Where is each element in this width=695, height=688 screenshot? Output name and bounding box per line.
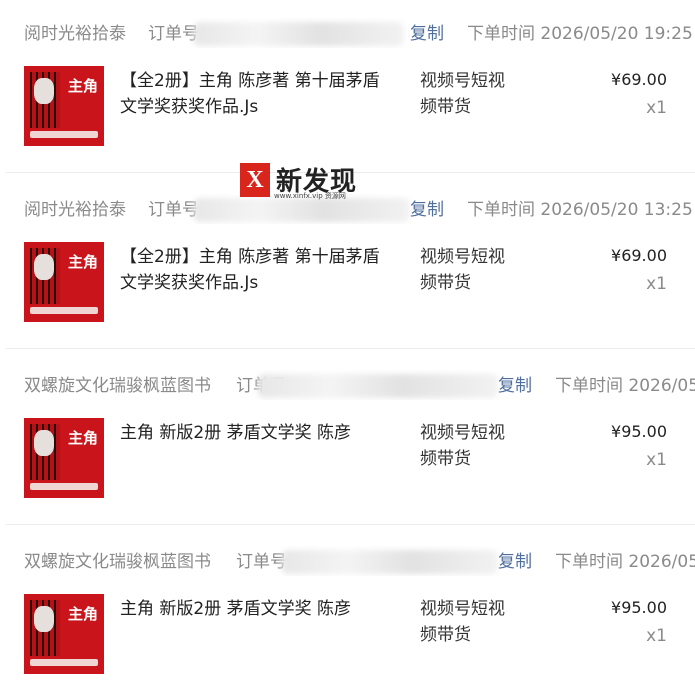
order-time: 下单时间 2026/05/20 19:25 (467, 24, 693, 44)
sales-channel: 视频号短视频带货 (420, 599, 505, 645)
divider (6, 348, 695, 349)
cover-strip (30, 659, 98, 666)
order-number-label: 订单号 (148, 200, 199, 220)
order-item[interactable]: 主角 主角 新版2册 茅盾文学奖 陈彦 视频号短视频带货 ¥95.00 x1 (24, 418, 695, 498)
watermark-logo-icon: X (240, 163, 270, 197)
sales-channel: 视频号短视频带货 (420, 247, 505, 293)
product-quantity: x1 (646, 98, 667, 118)
order-card: 双螺旋文化瑞骏枫蓝图书 订单号 复制 下单时间 2026/05 主角 主角 新版… (0, 528, 695, 688)
redacted-order-number (194, 22, 404, 46)
order-header: 双螺旋文化瑞骏枫蓝图书 订单号 复制 下单时间 2026/05 (24, 370, 695, 400)
divider (6, 524, 695, 525)
order-header: 双螺旋文化瑞骏枫蓝图书 订单号 复制 下单时间 2026/05 (24, 546, 695, 576)
order-number-label: 订单号 (236, 552, 287, 572)
order-time: 下单时间 2026/05/20 13:25 (467, 200, 693, 220)
product-price: ¥69.00 (611, 70, 667, 89)
order-card: 阅时光裕拾泰 订单号 复制 下单时间 2026/05/20 19:25 主角 【… (0, 0, 695, 160)
redacted-order-number (282, 550, 498, 574)
sales-channel: 视频号短视频带货 (420, 71, 505, 117)
product-title[interactable]: 主角 新版2册 茅盾文学奖 陈彦 (120, 420, 380, 446)
cover-face-graphic (34, 78, 54, 104)
order-time: 下单时间 2026/05 (555, 552, 695, 572)
order-time: 下单时间 2026/05 (555, 376, 695, 396)
shop-name[interactable]: 阅时光裕拾泰 (24, 200, 126, 220)
product-title[interactable]: 【全2册】主角 陈彦著 第十届茅盾文学奖获奖作品.Js (120, 244, 380, 296)
sales-channel: 视频号短视频带货 (420, 423, 505, 469)
order-number-label: 订单号 (148, 24, 199, 44)
cover-title: 主角 (68, 77, 99, 95)
product-cover-image[interactable]: 主角 (24, 242, 104, 322)
cover-title: 主角 (68, 429, 99, 447)
order-item[interactable]: 主角 【全2册】主角 陈彦著 第十届茅盾文学奖获奖作品.Js 视频号短视频带货 … (24, 66, 695, 146)
order-item[interactable]: 主角 【全2册】主角 陈彦著 第十届茅盾文学奖获奖作品.Js 视频号短视频带货 … (24, 242, 695, 322)
cover-face-graphic (34, 606, 54, 632)
copy-button[interactable]: 复制 (498, 552, 532, 572)
cover-title: 主角 (68, 253, 99, 271)
product-price: ¥95.00 (611, 422, 667, 441)
product-cover-image[interactable]: 主角 (24, 418, 104, 498)
cover-face-graphic (34, 254, 54, 280)
order-item[interactable]: 主角 主角 新版2册 茅盾文学奖 陈彦 视频号短视频带货 ¥95.00 x1 (24, 594, 695, 674)
order-header: 阅时光裕拾泰 订单号 复制 下单时间 2026/05/20 19:25 (24, 18, 695, 48)
cover-strip (30, 131, 98, 138)
product-title[interactable]: 【全2册】主角 陈彦著 第十届茅盾文学奖获奖作品.Js (120, 68, 380, 120)
copy-button[interactable]: 复制 (498, 376, 532, 396)
order-card: 双螺旋文化瑞骏枫蓝图书 订单号 复制 下单时间 2026/05 主角 主角 新版… (0, 352, 695, 512)
redacted-order-number (258, 374, 498, 398)
cover-face-graphic (34, 430, 54, 456)
copy-button[interactable]: 复制 (410, 200, 444, 220)
product-quantity: x1 (646, 450, 667, 470)
cover-strip (30, 307, 98, 314)
shop-name[interactable]: 双螺旋文化瑞骏枫蓝图书 (24, 552, 211, 572)
product-quantity: x1 (646, 626, 667, 646)
site-watermark: X 新发现 www.xinfx.vip 资源网 (240, 163, 360, 203)
product-price: ¥95.00 (611, 598, 667, 617)
product-title[interactable]: 主角 新版2册 茅盾文学奖 陈彦 (120, 596, 380, 622)
copy-button[interactable]: 复制 (410, 24, 444, 44)
product-cover-image[interactable]: 主角 (24, 594, 104, 674)
shop-name[interactable]: 双螺旋文化瑞骏枫蓝图书 (24, 376, 211, 396)
watermark-url: www.xinfx.vip 资源网 (274, 192, 346, 200)
cover-strip (30, 483, 98, 490)
cover-title: 主角 (68, 605, 99, 623)
product-quantity: x1 (646, 274, 667, 294)
shop-name[interactable]: 阅时光裕拾泰 (24, 24, 126, 44)
product-price: ¥69.00 (611, 246, 667, 265)
product-cover-image[interactable]: 主角 (24, 66, 104, 146)
